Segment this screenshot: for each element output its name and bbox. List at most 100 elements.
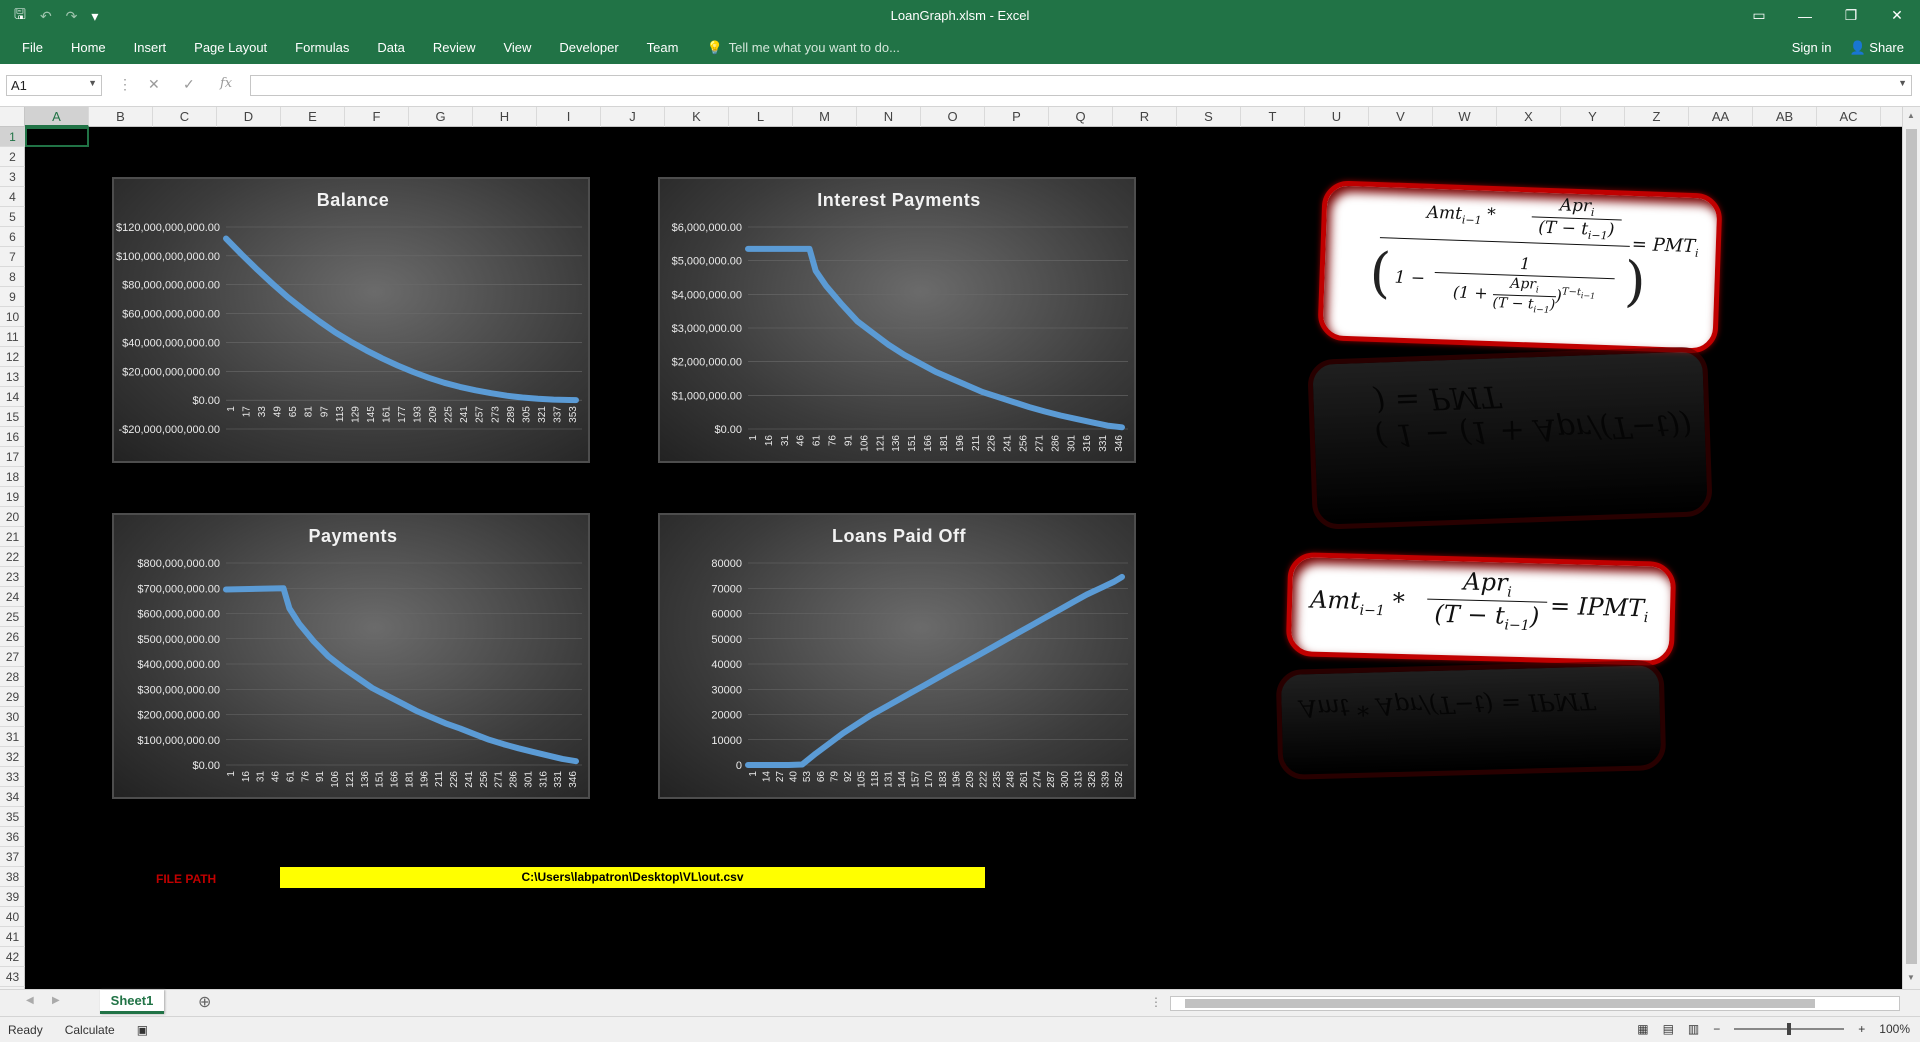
scroll-up-icon[interactable]: ▲ <box>1907 111 1915 120</box>
share-button[interactable]: 👤 Share <box>1849 40 1904 56</box>
chart-interest-payments[interactable]: Interest Payments $6,000,000.00 $5,000,000… <box>658 177 1136 463</box>
column-header-d[interactable]: D <box>217 107 281 127</box>
column-header-l[interactable]: L <box>729 107 793 127</box>
tab-review[interactable]: Review <box>419 31 490 64</box>
formula-input[interactable]: ▼ <box>250 75 1912 96</box>
row-header-18[interactable]: 18 <box>0 467 25 487</box>
row-header-42[interactable]: 42 <box>0 947 25 967</box>
row-header-17[interactable]: 17 <box>0 447 25 467</box>
prev-sheet-icon[interactable]: ◀ <box>26 995 34 1006</box>
macro-record-icon[interactable]: ▣ <box>137 1023 148 1037</box>
column-header-x[interactable]: X <box>1497 107 1561 127</box>
row-header-11[interactable]: 11 <box>0 327 25 347</box>
row-header-28[interactable]: 28 <box>0 667 25 687</box>
scroll-down-icon[interactable]: ▼ <box>1907 973 1915 982</box>
row-header-29[interactable]: 29 <box>0 687 25 707</box>
row-header-37[interactable]: 37 <box>0 847 25 867</box>
row-header-30[interactable]: 30 <box>0 707 25 727</box>
row-header-16[interactable]: 16 <box>0 427 25 447</box>
new-sheet-icon[interactable]: ⊕ <box>198 992 211 1012</box>
column-header-t[interactable]: T <box>1241 107 1305 127</box>
row-header-6[interactable]: 6 <box>0 227 25 247</box>
column-header-e[interactable]: E <box>281 107 345 127</box>
row-header-35[interactable]: 35 <box>0 807 25 827</box>
column-header-w[interactable]: W <box>1433 107 1497 127</box>
row-header-32[interactable]: 32 <box>0 747 25 767</box>
chart-balance[interactable]: Balance $120,000,000,000.00 $100,000,000,0… <box>112 177 590 463</box>
sheet-tab-sheet1[interactable]: Sheet1 <box>100 990 164 1014</box>
zoom-out-icon[interactable]: − <box>1713 1022 1720 1036</box>
row-header-12[interactable]: 12 <box>0 347 25 367</box>
row-header-1[interactable]: 1 <box>0 127 25 147</box>
chevron-down-icon[interactable]: ▼ <box>88 78 97 88</box>
restore-button[interactable]: ❐ <box>1828 0 1874 31</box>
column-header-b[interactable]: B <box>89 107 153 127</box>
column-header-k[interactable]: K <box>665 107 729 127</box>
zoom-slider-knob[interactable] <box>1787 1023 1792 1035</box>
row-header-36[interactable]: 36 <box>0 827 25 847</box>
tab-formulas[interactable]: Formulas <box>281 31 363 64</box>
row-header-23[interactable]: 23 <box>0 567 25 587</box>
column-header-aa[interactable]: AA <box>1689 107 1753 127</box>
row-header-34[interactable]: 34 <box>0 787 25 807</box>
tab-data[interactable]: Data <box>363 31 418 64</box>
column-header-v[interactable]: V <box>1369 107 1433 127</box>
cancel-entry-icon[interactable]: ✕ <box>148 76 160 93</box>
row-header-33[interactable]: 33 <box>0 767 25 787</box>
chart-loans-paid-off[interactable]: Loans Paid Off 80000 70000 60000 50000 40000 3… <box>658 513 1136 799</box>
status-calculate[interactable]: Calculate <box>65 1023 115 1037</box>
column-header-i[interactable]: I <box>537 107 601 127</box>
worksheet-grid[interactable]: Balance $120,000,000,000.00 $100,000,000,0… <box>25 127 1902 989</box>
horizontal-scroll-thumb[interactable] <box>1185 999 1815 1008</box>
row-header-13[interactable]: 13 <box>0 367 25 387</box>
row-header-43[interactable]: 43 <box>0 967 25 987</box>
column-header-c[interactable]: C <box>153 107 217 127</box>
row-header-19[interactable]: 19 <box>0 487 25 507</box>
column-header-y[interactable]: Y <box>1561 107 1625 127</box>
tab-team[interactable]: Team <box>633 31 693 64</box>
column-header-a[interactable]: A <box>25 107 89 127</box>
column-header-f[interactable]: F <box>345 107 409 127</box>
column-header-z[interactable]: Z <box>1625 107 1689 127</box>
expand-formula-icon[interactable]: ▼ <box>1898 78 1907 88</box>
column-header-ab[interactable]: AB <box>1753 107 1817 127</box>
vertical-scroll-thumb[interactable] <box>1906 129 1917 964</box>
column-header-g[interactable]: G <box>409 107 473 127</box>
ribbon-display-options-icon[interactable]: ▭ <box>1736 0 1782 31</box>
column-header-j[interactable]: J <box>601 107 665 127</box>
normal-view-icon[interactable]: ▦ <box>1637 1022 1648 1036</box>
zoom-level[interactable]: 100% <box>1879 1022 1910 1036</box>
active-cell[interactable] <box>25 127 89 147</box>
column-header-r[interactable]: R <box>1113 107 1177 127</box>
split-handle-icon[interactable]: ⋮ <box>1150 995 1162 1009</box>
zoom-in-icon[interactable]: + <box>1858 1022 1865 1036</box>
tab-page-layout[interactable]: Page Layout <box>180 31 281 64</box>
enter-icon[interactable]: ✓ <box>183 76 195 93</box>
row-header-2[interactable]: 2 <box>0 147 25 167</box>
row-header-31[interactable]: 31 <box>0 727 25 747</box>
row-header-22[interactable]: 22 <box>0 547 25 567</box>
row-header-8[interactable]: 8 <box>0 267 25 287</box>
row-header-39[interactable]: 39 <box>0 887 25 907</box>
insert-function-button[interactable]: fx <box>220 76 232 91</box>
column-header-s[interactable]: S <box>1177 107 1241 127</box>
name-box[interactable]: A1 ▼ <box>6 75 102 96</box>
row-header-26[interactable]: 26 <box>0 627 25 647</box>
row-header-10[interactable]: 10 <box>0 307 25 327</box>
column-header-m[interactable]: M <box>793 107 857 127</box>
page-break-view-icon[interactable]: ▥ <box>1688 1022 1699 1036</box>
row-header-7[interactable]: 7 <box>0 247 25 267</box>
row-header-21[interactable]: 21 <box>0 527 25 547</box>
column-header-u[interactable]: U <box>1305 107 1369 127</box>
page-layout-view-icon[interactable]: ▤ <box>1663 1022 1674 1036</box>
row-header-24[interactable]: 24 <box>0 587 25 607</box>
tab-developer[interactable]: Developer <box>545 31 632 64</box>
vertical-scrollbar[interactable]: ▲ ▼ <box>1902 107 1920 989</box>
column-header-q[interactable]: Q <box>1049 107 1113 127</box>
select-all-button[interactable] <box>0 107 25 127</box>
tab-view[interactable]: View <box>489 31 545 64</box>
next-sheet-icon[interactable]: ▶ <box>52 995 60 1006</box>
close-button[interactable]: ✕ <box>1874 0 1920 31</box>
row-header-20[interactable]: 20 <box>0 507 25 527</box>
row-header-40[interactable]: 40 <box>0 907 25 927</box>
